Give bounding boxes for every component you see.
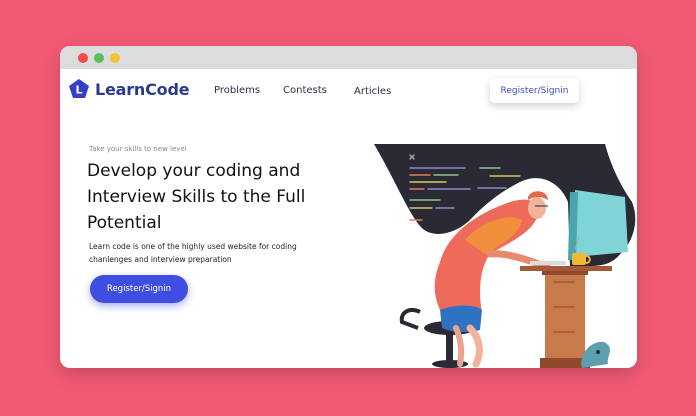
hero-register-button[interactable]: Register/Signin — [90, 275, 188, 303]
brand-logo[interactable]: L LearnCode — [68, 78, 190, 100]
nav-link-contests[interactable]: Contests — [283, 85, 327, 96]
logo-letter: L — [75, 84, 82, 97]
developer-illustration — [374, 144, 636, 368]
logo-icon: L — [69, 79, 89, 98]
navbar: L LearnCode Problems Contests Articles R… — [60, 69, 637, 113]
window-titlebar — [60, 46, 637, 69]
nav-register-button[interactable]: Register/Signin — [490, 78, 579, 103]
brand-name: LearnCode — [95, 79, 190, 99]
hero-tagline: Take your skills to new level — [89, 145, 187, 153]
browser-window: L LearnCode Problems Contests Articles R… — [60, 46, 637, 368]
maximize-window-button[interactable] — [94, 53, 104, 63]
nav-link-articles[interactable]: Articles — [354, 86, 391, 97]
minimize-window-button[interactable] — [110, 53, 120, 63]
close-window-button[interactable] — [78, 53, 88, 63]
hero-headline: Develop your coding and Interview Skills… — [87, 161, 306, 233]
nav-link-problems[interactable]: Problems — [214, 85, 260, 96]
hero-description: Learn code is one of the highly used web… — [89, 242, 297, 264]
